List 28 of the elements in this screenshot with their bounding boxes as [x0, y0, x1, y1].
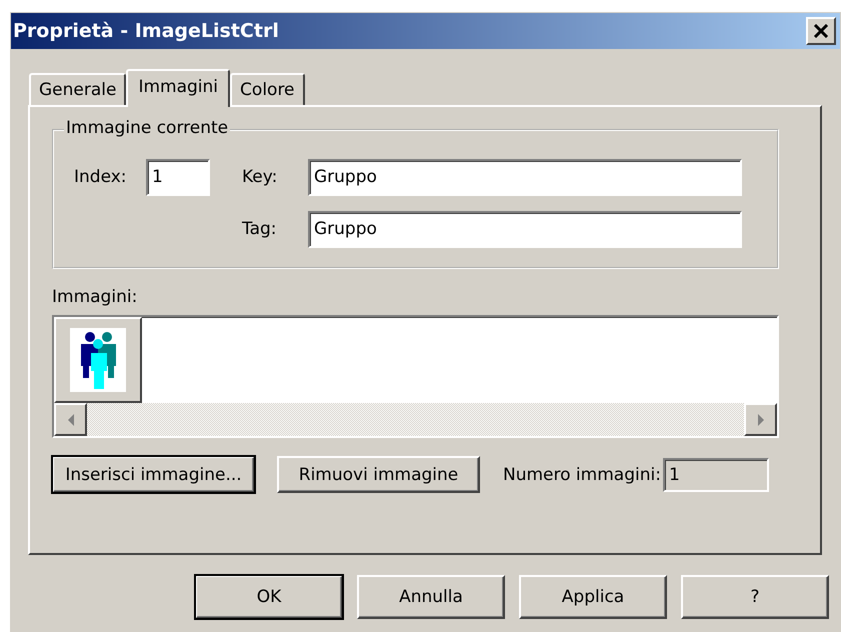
key-field[interactable]: Gruppo [308, 158, 742, 196]
window-title: Proprietà - ImageListCtrl [13, 20, 279, 42]
index-field[interactable]: 1 [146, 158, 210, 196]
field-label: Tag: [242, 219, 278, 239]
close-icon [813, 24, 829, 38]
group-title: Immagine corrente [64, 118, 230, 138]
ok-button[interactable]: OK [195, 575, 343, 619]
close-button[interactable] [806, 17, 836, 45]
image-list[interactable] [52, 315, 779, 438]
list-label: Immagini: [52, 287, 138, 307]
tag-field[interactable]: Gruppo [308, 210, 742, 248]
tab[interactable]: Immagini [126, 69, 230, 107]
apply-button[interactable]: Applica [519, 575, 667, 619]
image-item[interactable] [54, 317, 142, 403]
count-field: 1 [662, 458, 769, 492]
right-arrow-icon [756, 414, 764, 426]
scrollbar[interactable] [54, 403, 777, 436]
count-label: Numero immagini: [503, 464, 661, 484]
remove-image-button[interactable]: Rimuovi immagine [277, 456, 480, 493]
cancel-button[interactable]: Annulla [357, 575, 505, 619]
field-label: Index: [74, 167, 128, 187]
left-arrow-icon [66, 414, 74, 426]
tab[interactable]: Colore [230, 73, 305, 105]
tab[interactable]: Generale [29, 73, 126, 105]
people-icon [70, 328, 126, 392]
field-label: Key: [242, 167, 278, 187]
help-button[interactable]: ? [681, 575, 829, 619]
insert-image-button[interactable]: Inserisci immagine... [52, 456, 255, 493]
